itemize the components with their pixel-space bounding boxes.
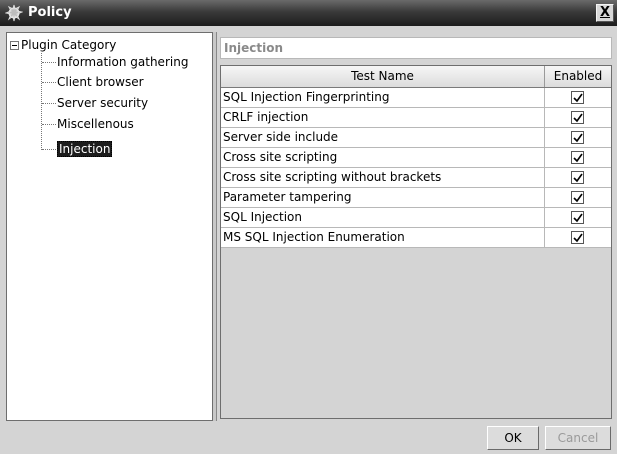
table-row[interactable]: MS SQL Injection Enumeration [221, 228, 611, 248]
tests-table: Test Name Enabled SQL Injection Fingerpr… [220, 65, 612, 419]
close-button[interactable]: X [596, 4, 614, 22]
test-name-cell: Parameter tampering [221, 188, 545, 207]
enabled-checkbox[interactable] [571, 191, 584, 204]
table-row[interactable]: SQL Injection Fingerprinting [221, 88, 611, 108]
tree-item-label: Client browser [57, 75, 144, 89]
checkmark-icon [573, 213, 583, 223]
enabled-cell [545, 188, 611, 207]
test-name-cell: SQL Injection [221, 208, 545, 227]
test-name-cell: SQL Injection Fingerprinting [221, 88, 545, 107]
ok-button[interactable]: OK [487, 426, 539, 450]
enabled-checkbox[interactable] [571, 151, 584, 164]
tree-item-injection[interactable]: Injection [57, 140, 113, 158]
tree-root-label: Plugin Category [21, 38, 117, 52]
tree-item-server-security[interactable]: Server security [57, 94, 148, 112]
enabled-checkbox[interactable] [571, 171, 584, 184]
test-name-cell: MS SQL Injection Enumeration [221, 228, 545, 247]
tree-item-miscellenous[interactable]: Miscellenous [57, 115, 134, 133]
enabled-checkbox[interactable] [571, 211, 584, 224]
cancel-button[interactable]: Cancel [545, 426, 611, 450]
checkmark-icon [573, 233, 583, 243]
checkmark-icon [573, 93, 583, 103]
category-tree: Plugin Category Information gathering Cl… [6, 32, 213, 421]
checkmark-icon [573, 193, 583, 203]
category-title-field: Injection [220, 37, 612, 59]
tree-branch-line [42, 82, 56, 83]
policy-app-icon [4, 4, 24, 22]
enabled-cell [545, 148, 611, 167]
tree-item-information-gathering[interactable]: Information gathering [57, 53, 188, 71]
table-row[interactable]: SQL Injection [221, 208, 611, 228]
checkmark-icon [573, 173, 583, 183]
test-name-cell: CRLF injection [221, 108, 545, 127]
checkmark-icon [573, 153, 583, 163]
tree-connector-line [41, 53, 42, 150]
tree-item-label: Information gathering [57, 55, 189, 69]
button-bar: OK Cancel [0, 421, 617, 454]
enabled-cell [545, 88, 611, 107]
table-header: Test Name Enabled [221, 66, 611, 88]
close-icon: X [599, 5, 611, 20]
table-row[interactable]: Cross site scripting without brackets [221, 168, 611, 188]
enabled-cell [545, 168, 611, 187]
enabled-cell [545, 128, 611, 147]
title-bar[interactable]: Policy X [0, 0, 617, 26]
test-name-cell: Server side include [221, 128, 545, 147]
enabled-checkbox[interactable] [571, 131, 584, 144]
tree-item-client-browser[interactable]: Client browser [57, 73, 144, 91]
table-row[interactable]: Server side include [221, 128, 611, 148]
tree-branch-line [42, 149, 56, 150]
checkmark-icon [573, 133, 583, 143]
policy-detail-panel: Injection Test Name Enabled SQL Injectio… [217, 32, 613, 421]
enabled-checkbox[interactable] [571, 231, 584, 244]
table-row[interactable]: Cross site scripting [221, 148, 611, 168]
test-name-cell: Cross site scripting [221, 148, 545, 167]
policy-window: Policy X Plugin Category Information gat… [0, 0, 617, 454]
table-row[interactable]: Parameter tampering [221, 188, 611, 208]
enabled-checkbox[interactable] [571, 91, 584, 104]
enabled-cell [545, 228, 611, 247]
enabled-cell [545, 208, 611, 227]
collapse-icon[interactable] [10, 41, 19, 50]
column-header-test-name[interactable]: Test Name [221, 66, 545, 87]
column-header-enabled[interactable]: Enabled [545, 66, 611, 87]
table-body: SQL Injection Fingerprinting CRLF injecti… [221, 88, 611, 248]
tree-branch-line [42, 124, 56, 125]
table-row[interactable]: CRLF injection [221, 108, 611, 128]
tree-item-label: Server security [57, 96, 149, 110]
test-name-cell: Cross site scripting without brackets [221, 168, 545, 187]
enabled-checkbox[interactable] [571, 111, 584, 124]
enabled-cell [545, 108, 611, 127]
tree-branch-line [42, 103, 56, 104]
tree-branch-line [42, 62, 56, 63]
tree-item-label: Injection [57, 141, 113, 157]
tree-root-plugin-category[interactable]: Plugin Category [10, 36, 116, 54]
tree-item-label: Miscellenous [57, 117, 134, 131]
checkmark-icon [573, 113, 583, 123]
window-title: Policy [28, 5, 72, 20]
